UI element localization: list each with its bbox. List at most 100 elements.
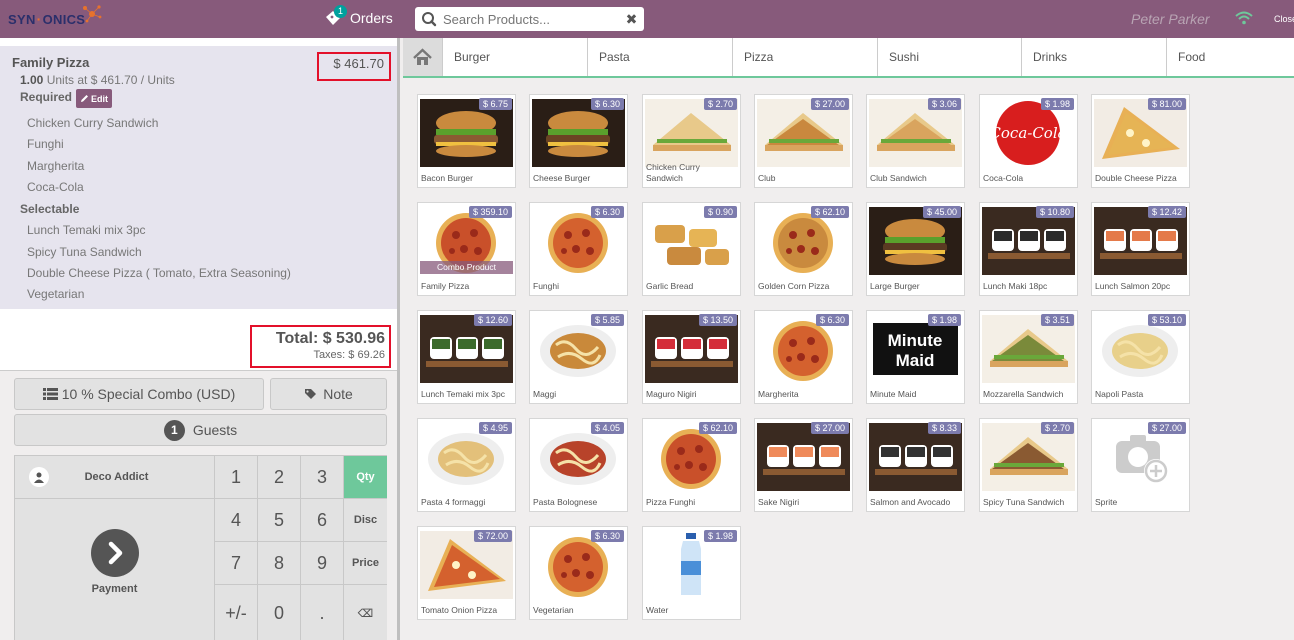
product-card[interactable]: $ 2.70 Chicken Curry Sandwich [642,94,741,188]
category-food[interactable]: Food [1166,38,1294,76]
selectable-item: Double Cheese Pizza ( Tomato, Extra Seas… [27,266,291,280]
numpad-key-disc[interactable]: Disc [343,499,387,542]
svg-text:Coca-Cola: Coca-Cola [989,124,1066,142]
product-card[interactable]: $ 1.98 Water [642,526,741,620]
product-card[interactable]: $ 3.06 Club Sandwich [866,94,965,188]
category-pizza[interactable]: Pizza [732,38,877,76]
product-name: Club Sandwich [870,173,927,183]
product-name: Spicy Tuna Sandwich [983,497,1065,507]
product-card[interactable]: $ 5.85 Maggi [529,310,628,404]
product-price-badge: $ 27.00 [810,98,849,110]
search-bar: ✖ [415,7,644,31]
ticket-icon: 1 [324,5,347,27]
numpad-key-4[interactable]: 4 [214,499,257,542]
user-name[interactable]: Peter Parker [1131,11,1210,27]
numpad-key-3[interactable]: 3 [300,456,343,499]
product-card[interactable]: $ 6.30 Cheese Burger [529,94,628,188]
numpad-key-7[interactable]: 7 [214,542,257,585]
customer-button[interactable]: Deco Addict [15,456,214,499]
svg-text:Minute: Minute [888,331,943,350]
logo: SYN · ONICS [8,3,85,35]
product-card[interactable]: $ 27.00 Club [754,94,853,188]
product-card[interactable]: $ 62.10 Pizza Funghi [642,418,741,512]
guests-button[interactable]: 1 Guests [14,414,387,446]
selectable-item: Vegetarian [27,287,85,301]
product-name: Maguro Nigiri [646,389,697,399]
product-price-badge: $ 12.60 [473,314,512,326]
numpad-key-1[interactable]: 1 [214,456,257,499]
numpad-key-qty[interactable]: Qty [343,456,387,499]
product-card[interactable]: $ 72.00 Tomato Onion Pizza [417,526,516,620]
numpad-key-backspace[interactable]: ⌫ [343,585,387,640]
product-price-badge: $ 0.90 [703,206,737,218]
category-pasta[interactable]: Pasta [587,38,732,76]
clear-search-icon[interactable]: ✖ [619,11,644,28]
product-card[interactable]: $ 10.80 Lunch Maki 18pc [979,202,1078,296]
product-card[interactable]: Coca-Cola $ 1.98 Coca-Cola [979,94,1078,188]
product-card[interactable]: $ 12.60 Lunch Temaki mix 3pc [417,310,516,404]
product-name: Salmon and Avocado [870,497,951,507]
home-category-button[interactable] [403,38,442,76]
note-button[interactable]: Note [270,378,387,410]
product-price-badge: $ 1.98 [927,314,961,326]
product-card[interactable]: $ 6.75 Bacon Burger [417,94,516,188]
category-burger[interactable]: Burger [442,38,587,76]
product-price-badge: $ 13.50 [698,314,737,326]
product-card[interactable]: $ 6.30 Funghi [529,202,628,296]
orders-label: Orders [350,10,393,26]
product-card[interactable]: $ 45.00 Large Burger [866,202,965,296]
product-name: Lunch Temaki mix 3pc [421,389,505,399]
product-card[interactable]: $ 62.10 Golden Corn Pizza [754,202,853,296]
required-label: Required [20,90,73,104]
product-card[interactable]: $ 4.05 Pasta Bolognese [529,418,628,512]
selectable-label: Selectable [20,202,80,216]
product-name: Mozzarella Sandwich [983,389,1064,399]
product-card[interactable]: $ 2.70 Spicy Tuna Sandwich [979,418,1078,512]
edit-combo-button[interactable]: Edit [76,89,112,108]
numpad-key-decimal[interactable]: . [300,585,343,640]
pricelist-button[interactable]: 10 % Special Combo (USD) [14,378,264,410]
orderline-qty-value: 1.00 [20,73,44,87]
combo-product-badge: Combo Product [420,261,513,274]
product-card[interactable]: $ 4.95 Pasta 4 formaggi [417,418,516,512]
category-sushi[interactable]: Sushi [877,38,1021,76]
product-price-badge: $ 6.30 [590,206,624,218]
search-input[interactable] [443,11,619,27]
category-drinks[interactable]: Drinks [1021,38,1166,76]
control-panel: 10 % Special Combo (USD) Note 1 Guests D… [0,370,397,640]
product-card[interactable]: Minute Maid $ 1.98 Minute Maid [866,310,965,404]
close-button[interactable]: Close [1274,14,1294,24]
product-card[interactable]: $ 81.00 Double Cheese Pizza [1091,94,1190,188]
product-card[interactable]: $ 6.30 Margherita [754,310,853,404]
product-card[interactable]: $ 6.30 Vegetarian [529,526,628,620]
payment-button[interactable]: Payment [15,499,214,640]
product-name: Maggi [533,389,557,399]
pricelist-label: 10 % Special Combo (USD) [61,386,236,402]
product-card[interactable]: $ 0.90 Garlic Bread [642,202,741,296]
orderline-product-name: Family Pizza [12,55,90,70]
product-card[interactable]: $ 12.42 Lunch Salmon 20pc [1091,202,1190,296]
product-card[interactable]: $ 27.00 Sake Nigiri [754,418,853,512]
numpad-key-6[interactable]: 6 [300,499,343,542]
product-name: Lunch Salmon 20pc [1095,281,1171,291]
numpad-key-2[interactable]: 2 [257,456,300,499]
numpad-key-9[interactable]: 9 [300,542,343,585]
orders-button[interactable]: 1 Orders [324,5,393,27]
orderline-selected[interactable]: Family Pizza $ 461.70 1.00 Units at $ 46… [0,46,397,309]
product-name: Club [758,173,776,183]
product-price-badge: $ 81.00 [1147,98,1186,110]
selectable-item: Lunch Temaki mix 3pc [27,223,146,237]
numpad-key-price[interactable]: Price [343,542,387,585]
numpad-key-plus-minus[interactable]: +/- [214,585,257,640]
product-card[interactable]: $ 27.00 Sprite [1091,418,1190,512]
numpad-key-0[interactable]: 0 [257,585,300,640]
product-card[interactable]: $ 8.33 Salmon and Avocado [866,418,965,512]
numpad-key-5[interactable]: 5 [257,499,300,542]
product-card[interactable]: $ 13.50 Maguro Nigiri [642,310,741,404]
product-card[interactable]: Combo Product $ 359.10 Family Pizza [417,202,516,296]
orderline-quantity: 1.00 Units at $ 461.70 / Units [20,73,175,87]
product-card[interactable]: $ 53.10 Napoli Pasta [1091,310,1190,404]
numpad-key-8[interactable]: 8 [257,542,300,585]
product-price-badge: $ 8.33 [927,422,961,434]
product-card[interactable]: $ 3.51 Mozzarella Sandwich [979,310,1078,404]
